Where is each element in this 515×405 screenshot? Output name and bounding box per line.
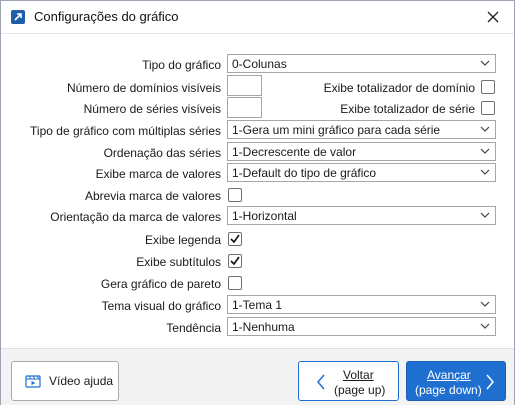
check-icon [230,256,240,266]
chart-arrow-icon [11,10,25,24]
multi-series-select[interactable]: 1-Gera um mini gráfico para cada série [227,120,496,139]
chevron-down-icon [480,212,490,218]
value-marks-label: Exibe marca de valores [95,167,221,181]
next-hint: (page down) [415,383,482,397]
abbreviate-label: Abrevia marca de valores [84,189,221,203]
domain-count-label: Número de domínios visíveis [66,81,221,95]
chevron-down-icon [480,301,490,307]
chevron-down-icon [480,169,490,175]
next-label: Avançar [427,368,471,382]
trend-value: 1-Nenhuma [232,320,295,334]
orientation-value: 1-Horizontal [232,209,297,223]
chevron-left-icon [317,374,325,390]
trend-label: Tendência [166,321,221,335]
window-title: Configurações do gráfico [34,9,179,24]
next-button[interactable]: Avançar (page down) [406,361,506,401]
legend-checkbox[interactable] [228,232,242,246]
series-order-label: Ordenação das séries [103,146,221,160]
close-button[interactable] [479,5,507,29]
pareto-checkbox[interactable] [228,276,242,290]
chevron-down-icon [480,126,490,132]
theme-value: 1-Tema 1 [232,298,283,312]
check-icon [230,234,240,244]
series-total-checkbox[interactable] [481,101,495,115]
chevron-down-icon [480,323,490,329]
domain-total-label: Exibe totalizador de domínio [323,81,475,95]
settings-dialog: Configurações do gráfico Tipo do gráfico… [0,0,515,405]
legend-label: Exibe legenda [144,233,221,247]
back-label: Voltar [343,368,374,382]
trend-select[interactable]: 1-Nenhuma [227,317,496,336]
subtitles-label: Exibe subtítulos [136,255,221,269]
value-marks-value: 1-Default do tipo de gráfico [232,166,377,180]
chart-type-value: 0-Colunas [232,57,287,71]
pareto-label: Gera gráfico de pareto [100,277,221,291]
theme-select[interactable]: 1-Tema 1 [227,295,496,314]
back-hint: (page up) [334,383,386,397]
orientation-select[interactable]: 1-Horizontal [227,206,496,225]
back-button[interactable]: Voltar (page up) [298,361,399,401]
series-count-label: Número de séries visíveis [83,102,221,116]
domain-count-input[interactable] [227,75,262,96]
chart-type-label: Tipo do gráfico [142,58,221,72]
series-count-input[interactable] [227,97,262,118]
chevron-right-icon [486,374,494,390]
theme-label: Tema visual do gráfico [101,299,221,313]
domain-total-checkbox[interactable] [481,80,495,94]
close-icon [487,11,499,23]
multi-series-value: 1-Gera um mini gráfico para cada série [232,123,441,137]
video-help-label: Vídeo ajuda [49,374,114,388]
video-help-button[interactable]: Vídeo ajuda [11,361,119,401]
video-icon [25,375,41,388]
chevron-down-icon [480,148,490,154]
chart-type-select[interactable]: 0-Colunas [227,54,496,73]
series-order-value: 1-Decrescente de valor [232,145,357,159]
chevron-down-icon [480,60,490,66]
series-total-label: Exibe totalizador de série [340,102,475,116]
title-bar: Configurações do gráfico [1,1,514,33]
value-marks-select[interactable]: 1-Default do tipo de gráfico [227,163,496,182]
abbreviate-checkbox[interactable] [228,188,242,202]
subtitles-checkbox[interactable] [228,254,242,268]
dialog-footer: Vídeo ajuda Voltar (page up) Avançar (pa… [1,348,514,405]
orientation-label: Orientação da marca de valores [50,210,221,224]
multi-series-label: Tipo de gráfico com múltiplas séries [30,124,221,138]
series-order-select[interactable]: 1-Decrescente de valor [227,142,496,161]
title-divider [1,33,514,34]
